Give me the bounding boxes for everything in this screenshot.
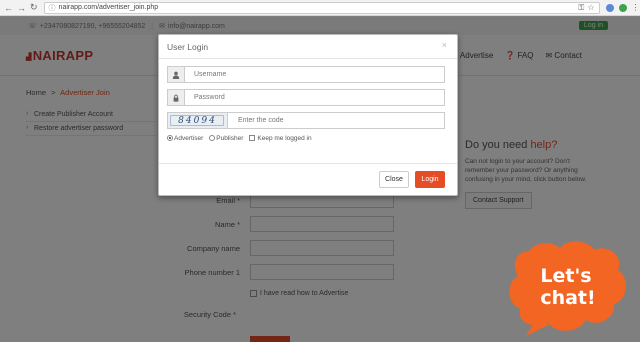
radio-publisher-label: Publisher — [216, 135, 244, 142]
radio-advertiser-dot[interactable] — [167, 135, 173, 142]
lock-icon — [168, 90, 185, 105]
extension-icons: ⋮ — [605, 3, 640, 12]
close-button[interactable]: Close — [379, 171, 409, 188]
radio-advertiser[interactable]: Advertiser — [167, 135, 203, 142]
modal-header: User Login × — [159, 35, 457, 59]
menu-icon[interactable]: ⋮ — [632, 3, 640, 12]
bookmark-star-icon[interactable]: ☆ — [587, 3, 594, 12]
chat-bubble-icon[interactable]: Let's chat! — [506, 238, 630, 338]
account-type-options: Advertiser Publisher Keep me logged in — [167, 135, 445, 142]
radio-publisher-dot[interactable] — [209, 135, 216, 142]
browser-nav: ← → — [0, 3, 26, 13]
chat-widget[interactable]: Let's chat! — [506, 238, 630, 338]
extension-icon[interactable] — [605, 3, 614, 12]
user-icon — [168, 67, 185, 82]
modal-body: Username Password 84094 Enter the code A… — [159, 59, 457, 142]
back-icon[interactable]: ← — [4, 3, 13, 13]
password-input[interactable]: Password — [185, 90, 444, 105]
username-input[interactable]: Username — [185, 67, 444, 82]
login-button[interactable]: Login — [415, 171, 445, 188]
page-info-icon[interactable]: ⓘ — [49, 3, 56, 13]
captcha-group: 84094 Enter the code — [167, 112, 445, 129]
radio-publisher[interactable]: Publisher — [209, 135, 243, 142]
username-group: Username — [167, 66, 445, 83]
address-bar[interactable]: ⓘ nairapp.com/advertiser_join.php ⚿ ☆ — [43, 1, 600, 14]
forward-icon[interactable]: → — [17, 3, 26, 13]
keep-logged-in-label: Keep me logged in — [257, 135, 312, 142]
captcha-input[interactable]: Enter the code — [228, 113, 444, 128]
close-icon[interactable]: × — [442, 40, 447, 50]
keep-logged-in[interactable]: Keep me logged in — [249, 135, 312, 142]
reload-icon[interactable]: ↻ — [30, 2, 38, 13]
modal-title: User Login — [167, 41, 209, 52]
chat-line-1: Let's — [540, 265, 591, 287]
extension-icon[interactable] — [618, 3, 627, 12]
url-text: nairapp.com/advertiser_join.php — [58, 4, 159, 11]
chat-line-2: chat! — [540, 287, 595, 309]
password-group: Password — [167, 89, 445, 106]
key-icon[interactable]: ⚿ — [578, 3, 584, 13]
login-modal: User Login × Username Password 84094 Ent… — [158, 34, 458, 196]
keep-logged-in-checkbox[interactable] — [249, 135, 256, 142]
browser-toolbar: ← → ↻ ⓘ nairapp.com/advertiser_join.php … — [0, 0, 640, 16]
radio-advertiser-label: Advertiser — [174, 135, 204, 142]
captcha-code: 84094 — [178, 115, 217, 126]
modal-footer: Close Login — [159, 163, 457, 195]
captcha-image[interactable]: 84094 — [168, 113, 228, 128]
